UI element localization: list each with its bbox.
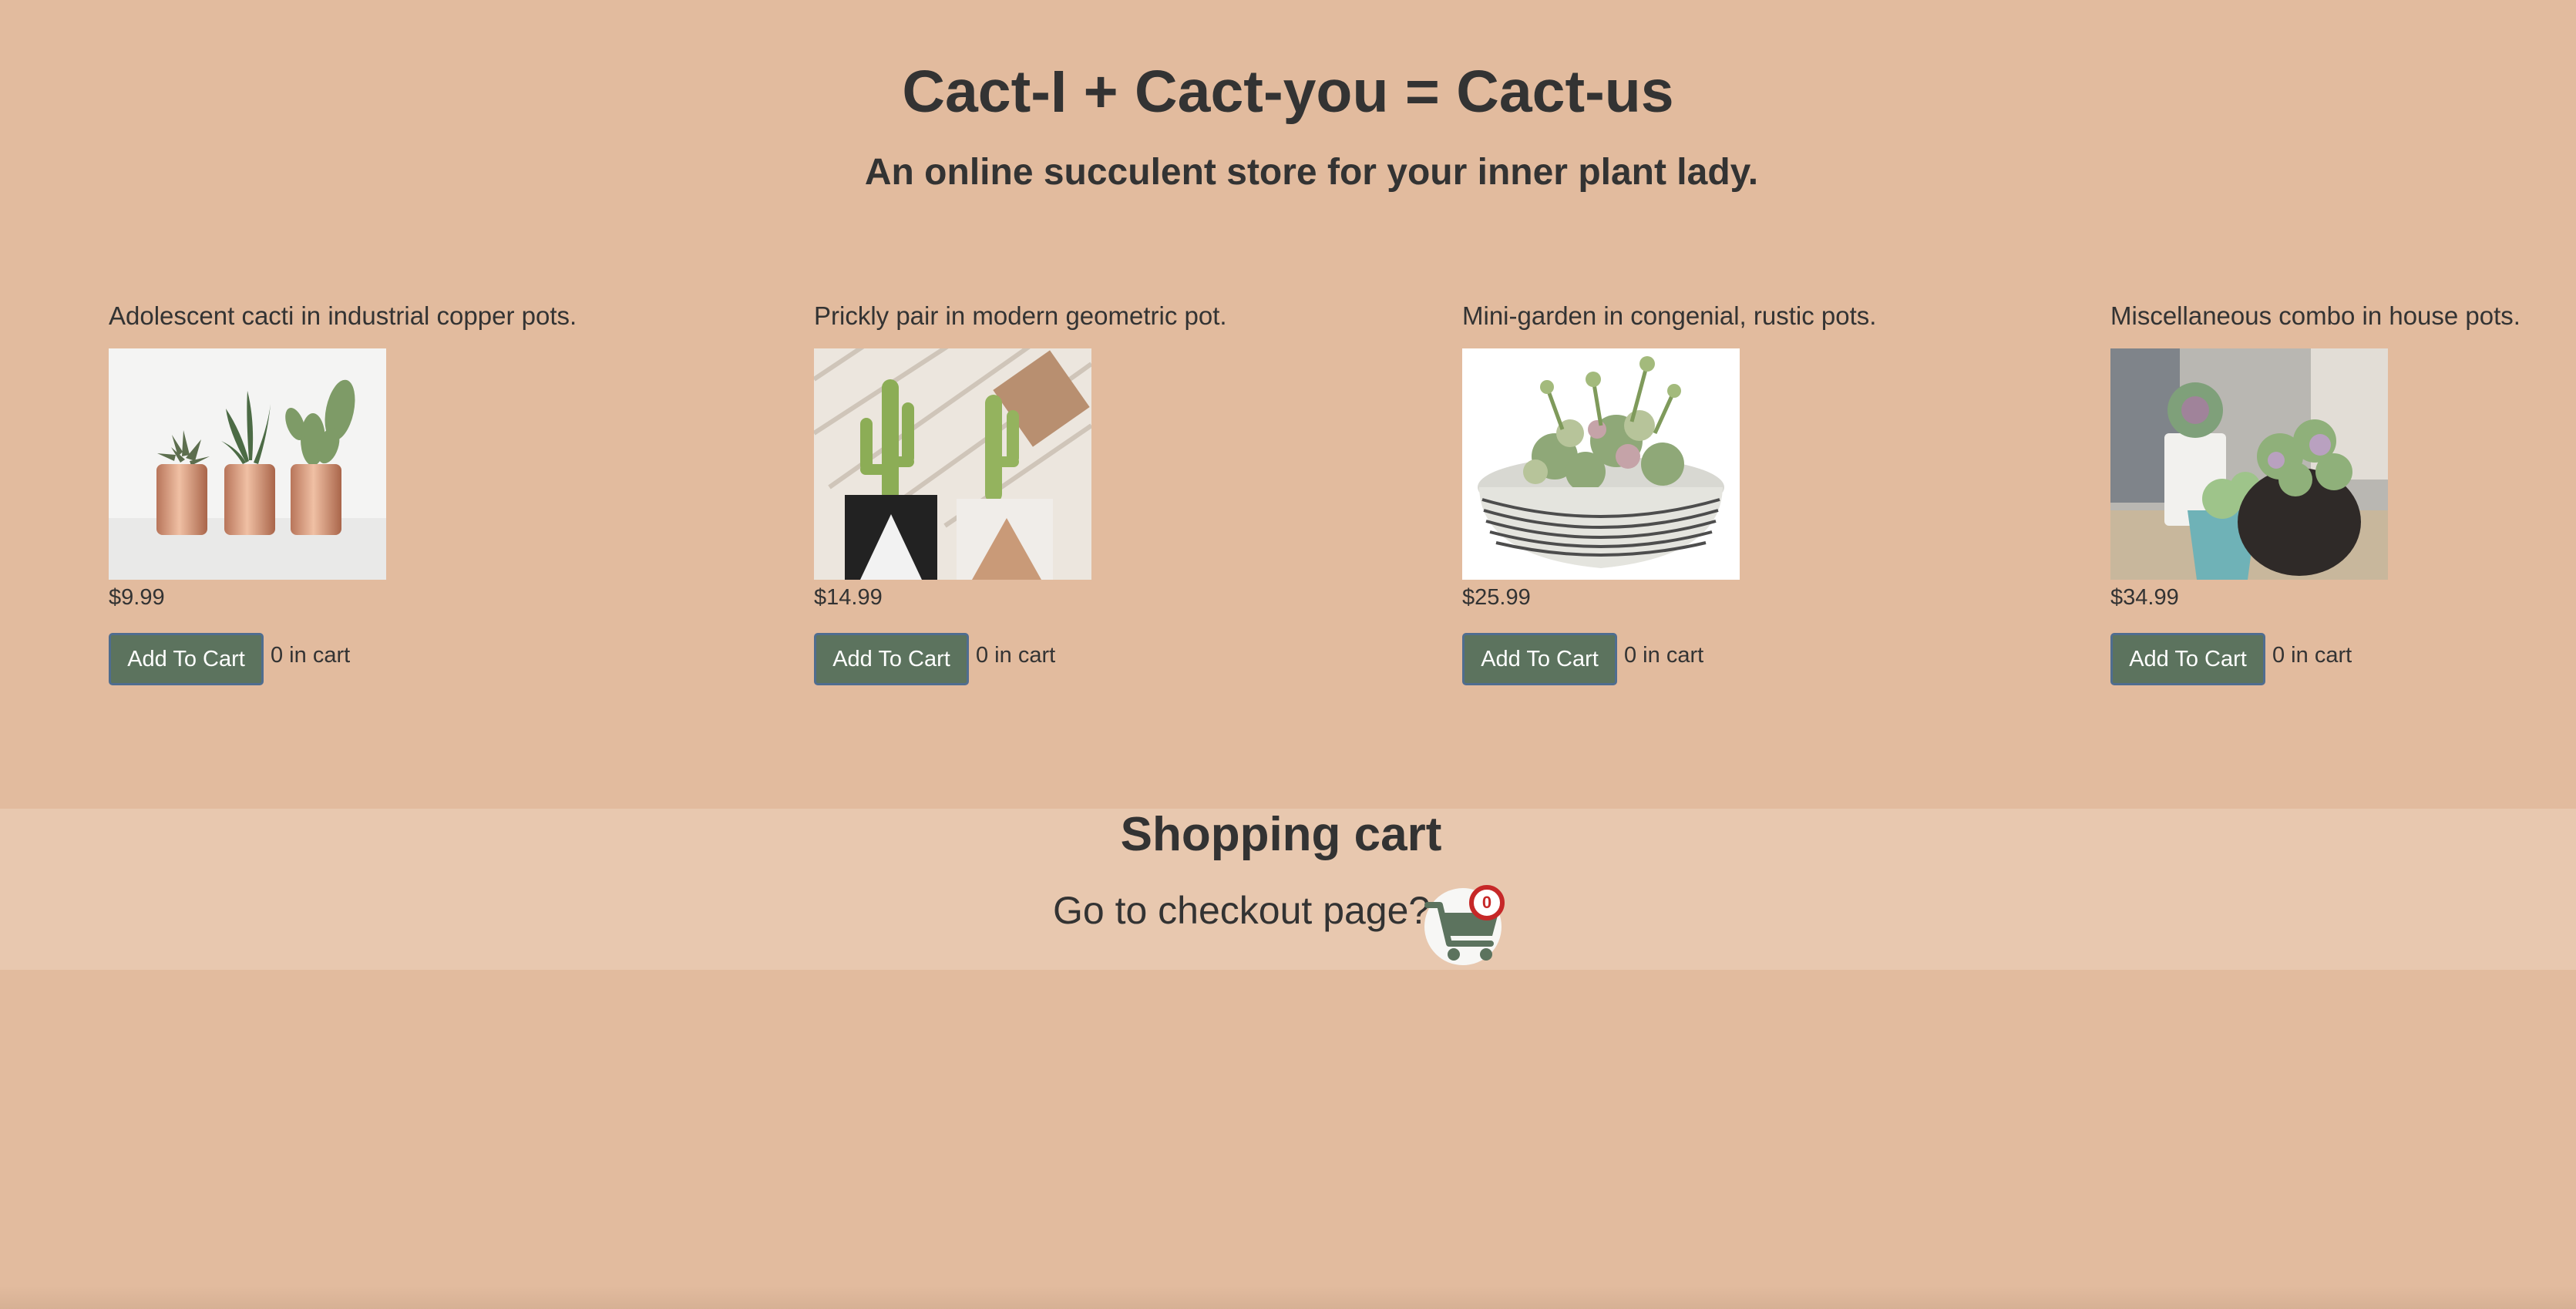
product-price: $34.99 xyxy=(2110,585,2179,610)
product-image-copper-cacti xyxy=(109,348,386,580)
checkout-prompt: Go to checkout page? xyxy=(1053,889,1431,932)
site-title: Cact-I + Cact-you = Cact-us xyxy=(902,59,1674,125)
product-description: Adolescent cacti in industrial copper po… xyxy=(109,301,577,330)
cart-count-badge: 0 xyxy=(1469,885,1505,920)
in-cart-count: 0 in cart xyxy=(271,643,351,668)
product-price: $14.99 xyxy=(814,585,883,610)
product-image-geometric-cacti xyxy=(814,348,1091,580)
add-to-cart-button[interactable]: Add To Cart xyxy=(1462,633,1617,685)
cart-checkout-button[interactable]: 0 xyxy=(1423,879,1511,967)
product-price: $9.99 xyxy=(109,585,165,610)
site-subtitle: An online succulent store for your inner… xyxy=(864,152,1759,193)
shopping-cart-heading: Shopping cart xyxy=(1120,808,1442,861)
product-description: Miscellaneous combo in house pots. xyxy=(2110,301,2521,330)
product-image-succulent-bowl xyxy=(1462,348,1740,580)
add-to-cart-button[interactable]: Add To Cart xyxy=(109,633,264,685)
in-cart-count: 0 in cart xyxy=(2272,643,2352,668)
product-description: Prickly pair in modern geometric pot. xyxy=(814,301,1227,330)
in-cart-count: 0 in cart xyxy=(976,643,1056,668)
page-bottom-shadow xyxy=(0,1286,2576,1309)
add-to-cart-button[interactable]: Add To Cart xyxy=(814,633,969,685)
product-image-succulent-combo xyxy=(2110,348,2388,580)
product-price: $25.99 xyxy=(1462,585,1531,610)
in-cart-count: 0 in cart xyxy=(1624,643,1704,668)
product-description: Mini-garden in congenial, rustic pots. xyxy=(1462,301,1877,330)
add-to-cart-button[interactable]: Add To Cart xyxy=(2110,633,2265,685)
